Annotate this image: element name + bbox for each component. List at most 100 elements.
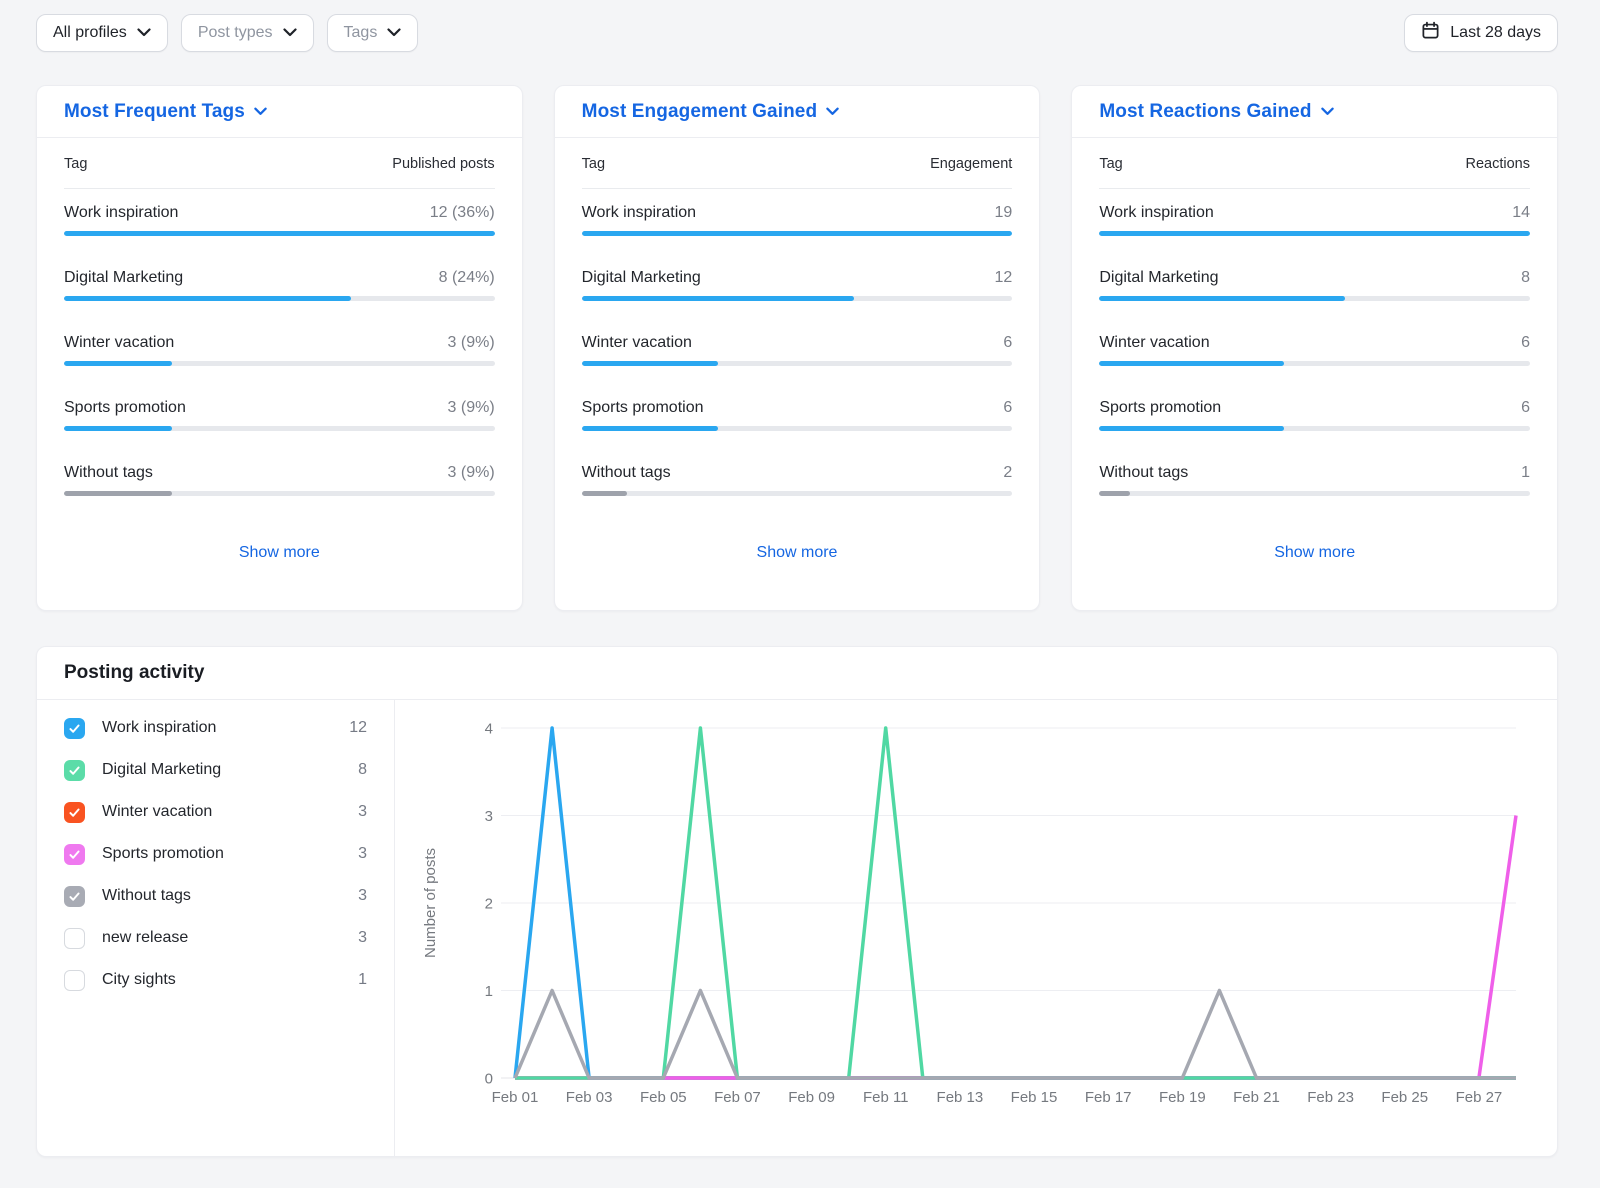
checkbox-checked-icon[interactable] <box>64 844 85 865</box>
calendar-icon <box>1421 21 1440 45</box>
checkbox-checked-icon[interactable] <box>64 802 85 823</box>
tag-value: 3 (9%) <box>448 464 495 482</box>
legend-count: 3 <box>358 845 367 863</box>
x-tick-label: Feb 01 <box>492 1089 539 1106</box>
tag-name: Work inspiration <box>1099 204 1213 222</box>
checkbox-checked-icon[interactable] <box>64 718 85 739</box>
legend-item[interactable]: Winter vacation3 <box>64 791 367 833</box>
tag-row: Work inspiration 12 (36%) <box>64 189 495 254</box>
show-more-link[interactable]: Show more <box>582 544 1013 562</box>
posting-activity-chart: 01234Feb 01Feb 03Feb 05Feb 07Feb 09Feb 1… <box>395 700 1558 1156</box>
legend-count: 3 <box>358 887 367 905</box>
tag-name: Without tags <box>64 464 153 482</box>
tag-row: Winter vacation 3 (9%) <box>64 319 495 384</box>
tags-filter-label: Tags <box>344 24 378 42</box>
legend-item[interactable]: Work inspiration12 <box>64 707 367 749</box>
tag-value: 3 (9%) <box>448 399 495 417</box>
checkbox-unchecked-icon[interactable] <box>64 928 85 949</box>
col-value: Published posts <box>392 156 494 172</box>
tag-value: 19 <box>995 204 1013 222</box>
legend-count: 1 <box>358 971 367 989</box>
legend-count: 3 <box>358 803 367 821</box>
legend-label: Sports promotion <box>102 845 358 863</box>
legend-label: new release <box>102 929 358 947</box>
chevron-down-icon <box>137 24 151 42</box>
tag-name: Sports promotion <box>582 399 704 417</box>
y-axis-title: Number of posts <box>422 848 439 958</box>
tag-row: Sports promotion 6 <box>582 384 1013 449</box>
legend-label: City sights <box>102 971 358 989</box>
card-title-dropdown[interactable]: Most Frequent Tags <box>37 86 522 138</box>
legend-item[interactable]: Sports promotion3 <box>64 833 367 875</box>
checkbox-unchecked-icon[interactable] <box>64 970 85 991</box>
posting-activity-panel: Posting activity Work inspiration12 Digi… <box>36 646 1558 1157</box>
tag-ratio-bar <box>64 361 495 366</box>
series-line-sports-promotion <box>515 816 1516 1079</box>
column-headers: Tag Engagement <box>582 156 1013 189</box>
show-more-link[interactable]: Show more <box>1099 544 1530 562</box>
tags-filter-dropdown[interactable]: Tags <box>327 14 419 52</box>
tag-name: Digital Marketing <box>582 269 701 287</box>
legend-count: 3 <box>358 929 367 947</box>
tag-value: 6 <box>1521 334 1530 352</box>
chevron-down-icon <box>1321 103 1334 121</box>
tag-name: Digital Marketing <box>64 269 183 287</box>
tag-name: Winter vacation <box>64 334 174 352</box>
tag-value: 6 <box>1003 399 1012 417</box>
legend-item[interactable]: Digital Marketing8 <box>64 749 367 791</box>
x-tick-label: Feb 19 <box>1159 1089 1206 1106</box>
x-tick-label: Feb 17 <box>1085 1089 1132 1106</box>
post-types-filter-dropdown[interactable]: Post types <box>181 14 314 52</box>
y-tick-label: 4 <box>485 721 493 738</box>
tag-value: 3 (9%) <box>448 334 495 352</box>
checkbox-checked-icon[interactable] <box>64 760 85 781</box>
card-title-dropdown[interactable]: Most Reactions Gained <box>1072 86 1557 138</box>
card-title: Most Frequent Tags <box>64 101 245 123</box>
column-headers: Tag Reactions <box>1099 156 1530 189</box>
x-tick-label: Feb 25 <box>1381 1089 1428 1106</box>
tag-ratio-bar <box>1099 231 1530 236</box>
y-tick-label: 0 <box>485 1071 493 1088</box>
tag-ratio-bar <box>64 231 495 236</box>
tag-row: Sports promotion 6 <box>1099 384 1530 449</box>
top-filter-bar: All profiles Post types Tags <box>0 0 1600 52</box>
legend-label: Without tags <box>102 887 358 905</box>
x-tick-label: Feb 23 <box>1307 1089 1354 1106</box>
tag-name: Work inspiration <box>64 204 178 222</box>
tag-name: Winter vacation <box>1099 334 1209 352</box>
tag-name: Sports promotion <box>1099 399 1221 417</box>
tag-value: 12 <box>995 269 1013 287</box>
tag-value: 12 (36%) <box>430 204 495 222</box>
tag-name: Digital Marketing <box>1099 269 1218 287</box>
profiles-filter-label: All profiles <box>53 24 127 42</box>
card-title: Most Reactions Gained <box>1099 101 1311 123</box>
legend-item[interactable]: City sights1 <box>64 959 367 1001</box>
show-more-link[interactable]: Show more <box>64 544 495 562</box>
tag-name: Work inspiration <box>582 204 696 222</box>
legend-item[interactable]: new release3 <box>64 917 367 959</box>
tag-name: Without tags <box>1099 464 1188 482</box>
tag-ratio-bar <box>1099 426 1530 431</box>
tag-ratio-bar <box>1099 296 1530 301</box>
tag-value: 14 <box>1512 204 1530 222</box>
x-tick-label: Feb 09 <box>788 1089 835 1106</box>
card-title-dropdown[interactable]: Most Engagement Gained <box>555 86 1040 138</box>
tag-ratio-bar <box>1099 491 1530 496</box>
date-range-selector[interactable]: Last 28 days <box>1404 14 1558 52</box>
tag-row: Winter vacation 6 <box>582 319 1013 384</box>
legend-item[interactable]: Without tags3 <box>64 875 367 917</box>
checkbox-checked-icon[interactable] <box>64 886 85 907</box>
tag-name: Sports promotion <box>64 399 186 417</box>
legend-count: 12 <box>349 719 367 737</box>
legend-count: 8 <box>358 761 367 779</box>
posting-activity-header: Posting activity <box>37 647 1557 700</box>
legend-label: Work inspiration <box>102 719 349 737</box>
profiles-filter-dropdown[interactable]: All profiles <box>36 14 168 52</box>
chevron-down-icon <box>283 24 297 42</box>
date-range-label: Last 28 days <box>1450 24 1541 42</box>
column-headers: Tag Published posts <box>64 156 495 189</box>
x-tick-label: Feb 15 <box>1011 1089 1058 1106</box>
x-tick-label: Feb 13 <box>937 1089 984 1106</box>
tag-ratio-bar <box>582 296 1013 301</box>
tag-name: Without tags <box>582 464 671 482</box>
